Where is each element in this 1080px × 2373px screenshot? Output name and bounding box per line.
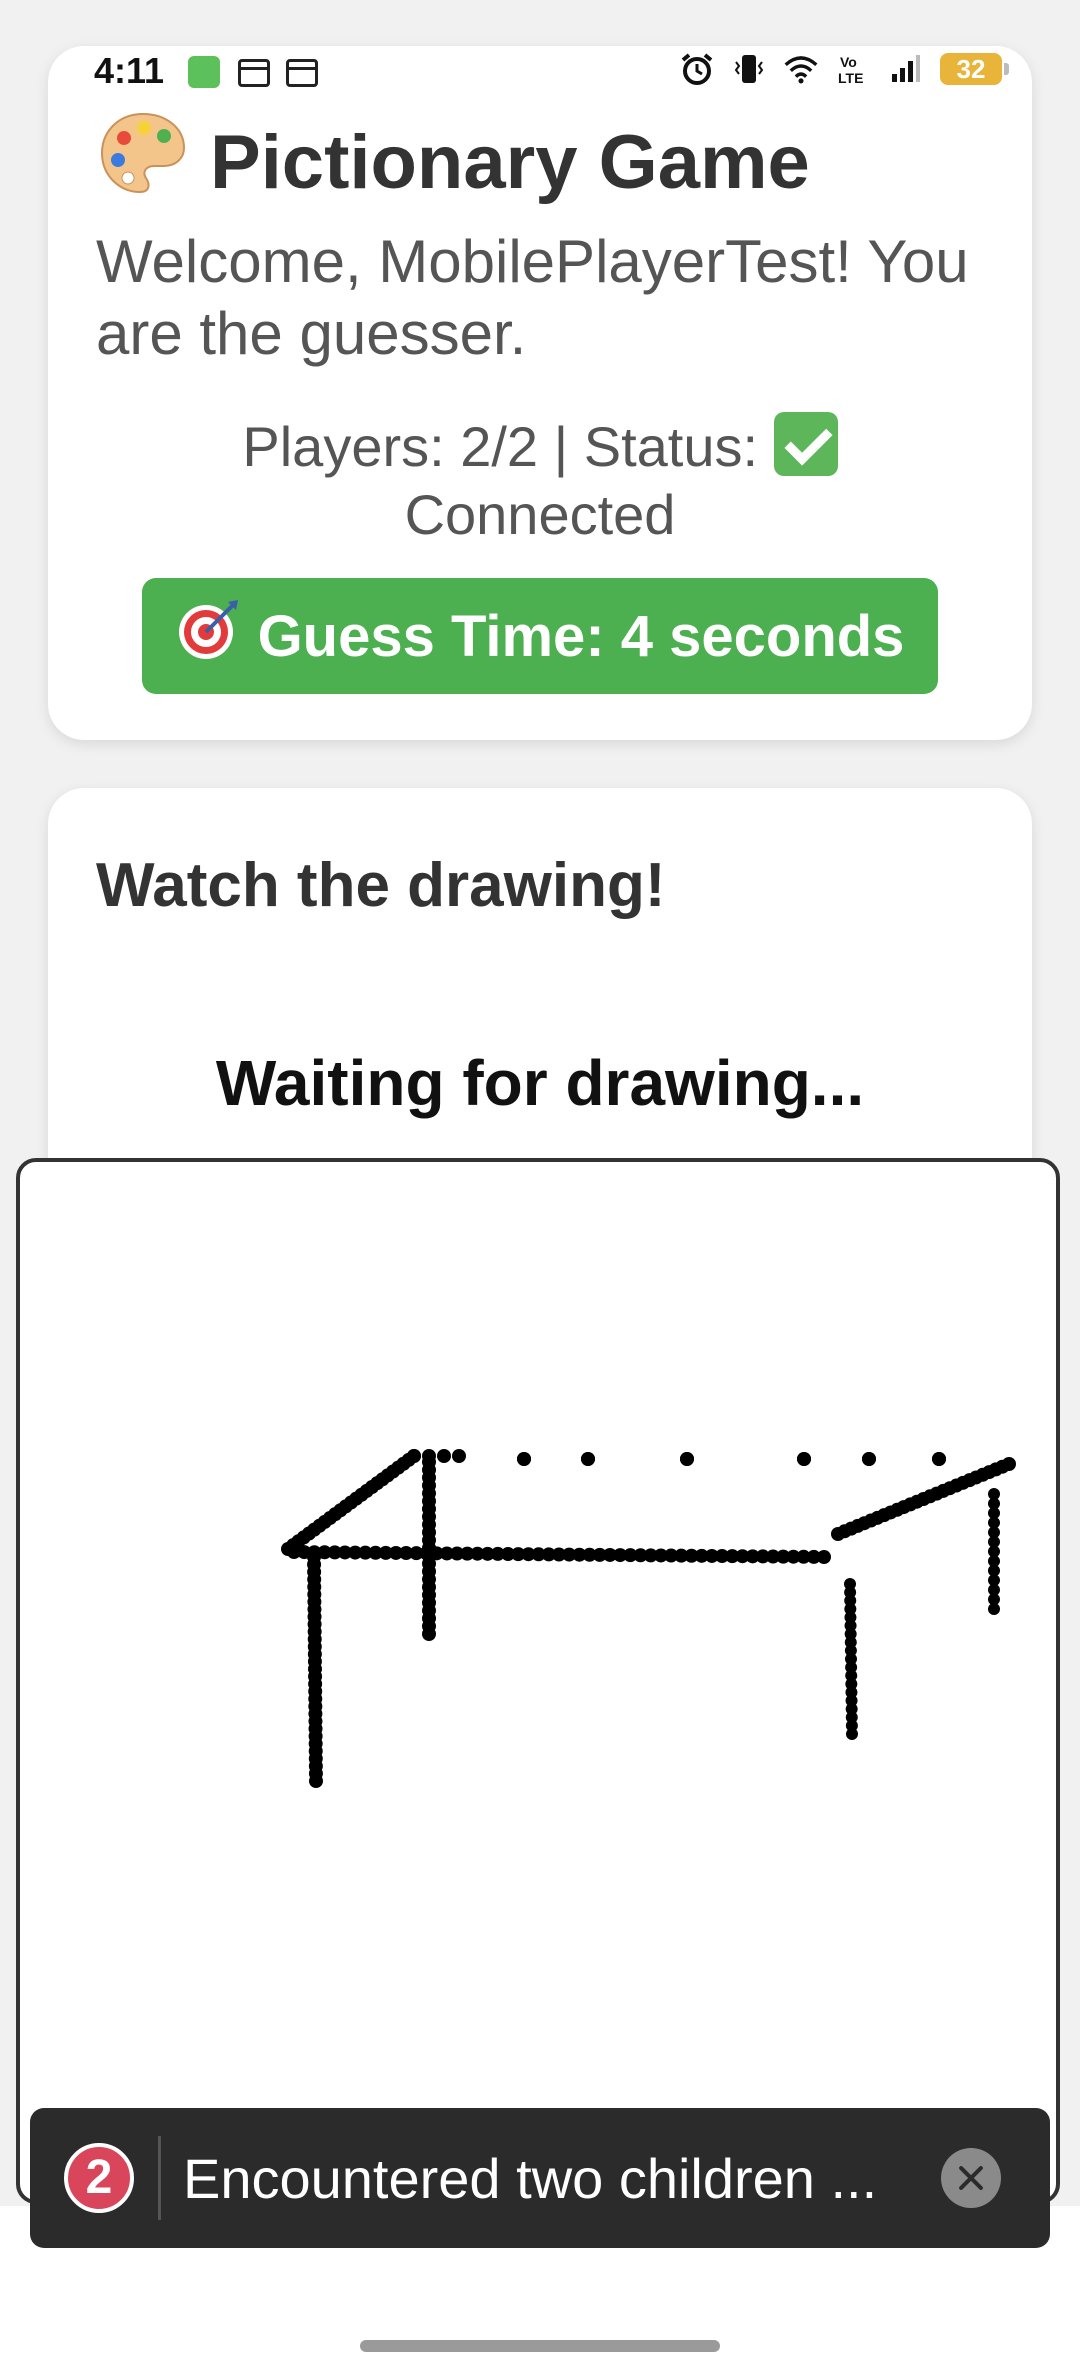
drawing-strokes: [281, 1449, 1016, 1788]
target-icon: [176, 596, 242, 676]
signal-icon: [888, 52, 922, 86]
drawing-canvas[interactable]: [16, 1158, 1060, 2204]
check-icon: [773, 412, 838, 476]
stroke-dot: [452, 1449, 466, 1463]
stroke-dot: [407, 1449, 421, 1463]
alarm-icon: [680, 52, 714, 86]
stroke-dot: [862, 1452, 876, 1466]
toast-message[interactable]: Encountered two children ...: [183, 2146, 923, 2211]
stroke-dot: [1002, 1457, 1016, 1471]
battery-icon: 32: [940, 53, 1009, 85]
waiting-text: Waiting for drawing...: [215, 1047, 865, 1119]
welcome-message: Welcome, MobilePlayerTest! You are the g…: [96, 228, 969, 367]
stroke-dot: [680, 1452, 694, 1466]
status-time: 4:11: [94, 50, 165, 91]
stroke-dot: [797, 1452, 811, 1466]
page-title: Pictionary Game: [98, 108, 810, 216]
app-notification-icon: [188, 56, 220, 88]
calendar-icon: [286, 59, 318, 87]
vibrate-icon: [732, 52, 766, 86]
stroke-dot: [309, 1774, 323, 1788]
svg-text:LTE: LTE: [838, 70, 863, 86]
error-count-badge: 2: [64, 2143, 134, 2213]
palette-icon: [98, 108, 188, 216]
stroke-dot: [846, 1728, 858, 1740]
guess-time-banner: Guess Time: 4 seconds: [142, 578, 938, 694]
stroke-dot: [517, 1452, 531, 1466]
calendar-icon: [238, 59, 270, 87]
players-status-text: Players: 2/2 | Status:: [242, 415, 759, 478]
connection-status: Connected: [404, 483, 676, 546]
volte-icon: Vo LTE: [836, 52, 870, 86]
svg-text:Vo: Vo: [840, 54, 857, 70]
stroke-dot: [581, 1452, 595, 1466]
stroke-dot: [422, 1627, 436, 1641]
status-icons: Vo LTE 32: [680, 52, 1009, 86]
stroke-dot: [817, 1550, 831, 1564]
players-status: Players: 2/2 | Status: Connected: [48, 412, 1032, 549]
toast-divider: [158, 2136, 161, 2220]
watch-heading: Watch the drawing!: [96, 851, 666, 920]
status-bar: 4:11 Vo LTE 32: [48, 46, 1032, 96]
stroke-dot: [437, 1449, 451, 1463]
stroke-dot: [988, 1603, 1000, 1615]
title-text: Pictionary Game: [210, 119, 810, 205]
stroke-dot: [932, 1452, 946, 1466]
close-icon[interactable]: [941, 2148, 1001, 2208]
error-toast[interactable]: 2 Encountered two children ...: [30, 2108, 1050, 2248]
guess-time-text: Guess Time: 4 seconds: [257, 603, 905, 669]
home-indicator[interactable]: [360, 2340, 720, 2352]
wifi-icon: [784, 52, 818, 86]
